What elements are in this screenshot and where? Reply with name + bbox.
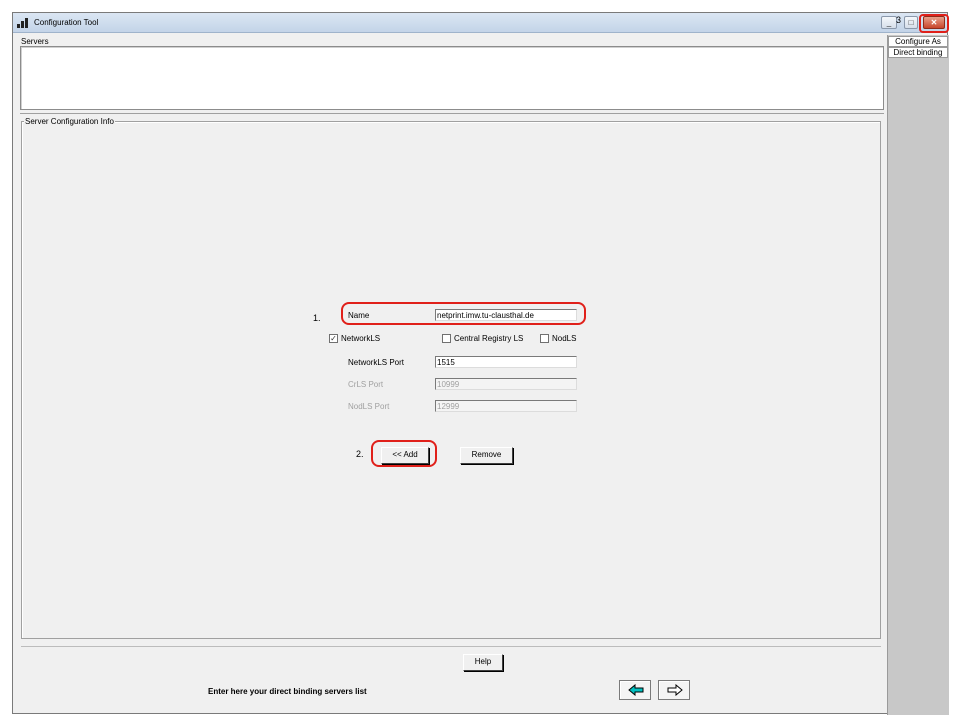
- nodls-checkbox-label: NodLS: [552, 334, 577, 343]
- back-button[interactable]: [619, 680, 651, 700]
- next-button[interactable]: [658, 680, 690, 700]
- left-arrow-icon: [628, 684, 644, 696]
- right-panel: Configure As Direct binding: [887, 35, 949, 715]
- nodls-checkbox[interactable]: [540, 334, 549, 343]
- right-arrow-icon: [667, 684, 683, 696]
- name-annotation: [341, 302, 586, 325]
- help-button[interactable]: Help: [463, 654, 503, 671]
- crls-port-label: CrLS Port: [348, 380, 384, 389]
- minimize-button[interactable]: _: [881, 16, 897, 29]
- window-title: Configuration Tool: [34, 18, 99, 27]
- step-1-label: 1.: [313, 313, 321, 323]
- nodls-port-label: NodLS Port: [348, 402, 390, 411]
- footer-hint: Enter here your direct binding servers l…: [208, 687, 367, 696]
- annotation-number-3: 3: [896, 15, 902, 25]
- server-configuration-legend: Server Configuration Info: [24, 117, 115, 126]
- title-bar[interactable]: Configuration Tool _ 3 □ ✕: [13, 13, 949, 33]
- networkls-port-label: NetworkLS Port: [348, 358, 405, 367]
- crls-port-input: 10999: [435, 378, 577, 390]
- tab-direct-binding[interactable]: Direct binding: [888, 47, 948, 58]
- main-content: Servers Server Configuration Info 1. Nam…: [17, 35, 885, 711]
- app-icon: [17, 18, 28, 28]
- add-button-annotation: [371, 440, 437, 467]
- networkls-port-input[interactable]: 1515: [435, 356, 577, 368]
- networkls-checkbox[interactable]: ✓: [329, 334, 338, 343]
- servers-list[interactable]: [20, 46, 884, 110]
- remove-button[interactable]: Remove: [460, 447, 513, 464]
- networkls-checkbox-label: NetworkLS: [341, 334, 381, 343]
- close-button-annotation: [919, 14, 949, 33]
- step-2-label: 2.: [356, 449, 364, 459]
- central-registry-checkbox[interactable]: [442, 334, 451, 343]
- servers-label: Servers: [21, 37, 49, 46]
- footer-divider: [21, 646, 881, 647]
- central-registry-checkbox-label: Central Registry LS: [454, 334, 524, 343]
- nodls-port-input: 12999: [435, 400, 577, 412]
- server-configuration-group: Server Configuration Info 1. Name netpri…: [21, 117, 881, 639]
- maximize-button[interactable]: □: [904, 16, 918, 29]
- configuration-tool-window: Configuration Tool _ 3 □ ✕ Servers Serve…: [12, 12, 949, 715]
- divider: [20, 113, 884, 114]
- tab-configure-as[interactable]: Configure As: [888, 36, 948, 47]
